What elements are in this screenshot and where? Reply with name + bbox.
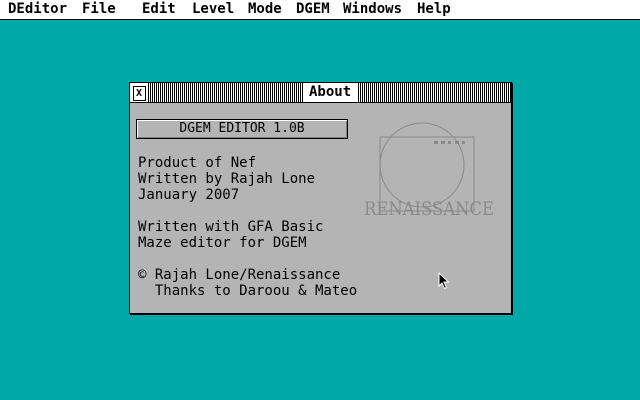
- logo-glyphs: [434, 141, 465, 144]
- info-line-author: Written by Rajah Lone: [138, 171, 316, 187]
- close-button[interactable]: X: [130, 83, 149, 102]
- menu-file[interactable]: File: [82, 0, 116, 19]
- menu-bar: DEditor File Edit Level Mode DGEM Window…: [0, 0, 640, 20]
- close-icon[interactable]: X: [132, 86, 146, 101]
- about-window: X About DGEM EDITOR 1.0B Product of Nef …: [129, 82, 512, 314]
- menu-edit[interactable]: Edit: [142, 0, 176, 19]
- info-line-language: Written with GFA Basic: [138, 219, 324, 235]
- info-line-copyright: © Rajah Lone/Renaissance: [138, 267, 341, 283]
- renaissance-logo: RENAISSANCE: [364, 122, 494, 220]
- menu-mode[interactable]: Mode: [248, 0, 282, 19]
- logo-text: RENAISSANCE: [364, 198, 494, 220]
- menu-level[interactable]: Level: [192, 0, 234, 19]
- info-line-product: Product of Nef: [138, 155, 257, 171]
- menu-help[interactable]: Help: [417, 0, 451, 19]
- menu-windows[interactable]: Windows: [343, 0, 402, 19]
- mouse-pointer-icon: [438, 272, 450, 290]
- info-line-thanks: Thanks to Daroou & Mateo: [138, 283, 358, 299]
- info-line-date: January 2007: [138, 187, 240, 203]
- window-title: About: [303, 83, 358, 102]
- menu-dgem[interactable]: DGEM: [296, 0, 330, 19]
- app-name-box: DGEM EDITOR 1.0B: [136, 119, 348, 139]
- menu-deditor[interactable]: DEditor: [8, 0, 67, 19]
- window-title-bar[interactable]: X About: [130, 83, 511, 103]
- info-line-description: Maze editor for DGEM: [138, 235, 307, 251]
